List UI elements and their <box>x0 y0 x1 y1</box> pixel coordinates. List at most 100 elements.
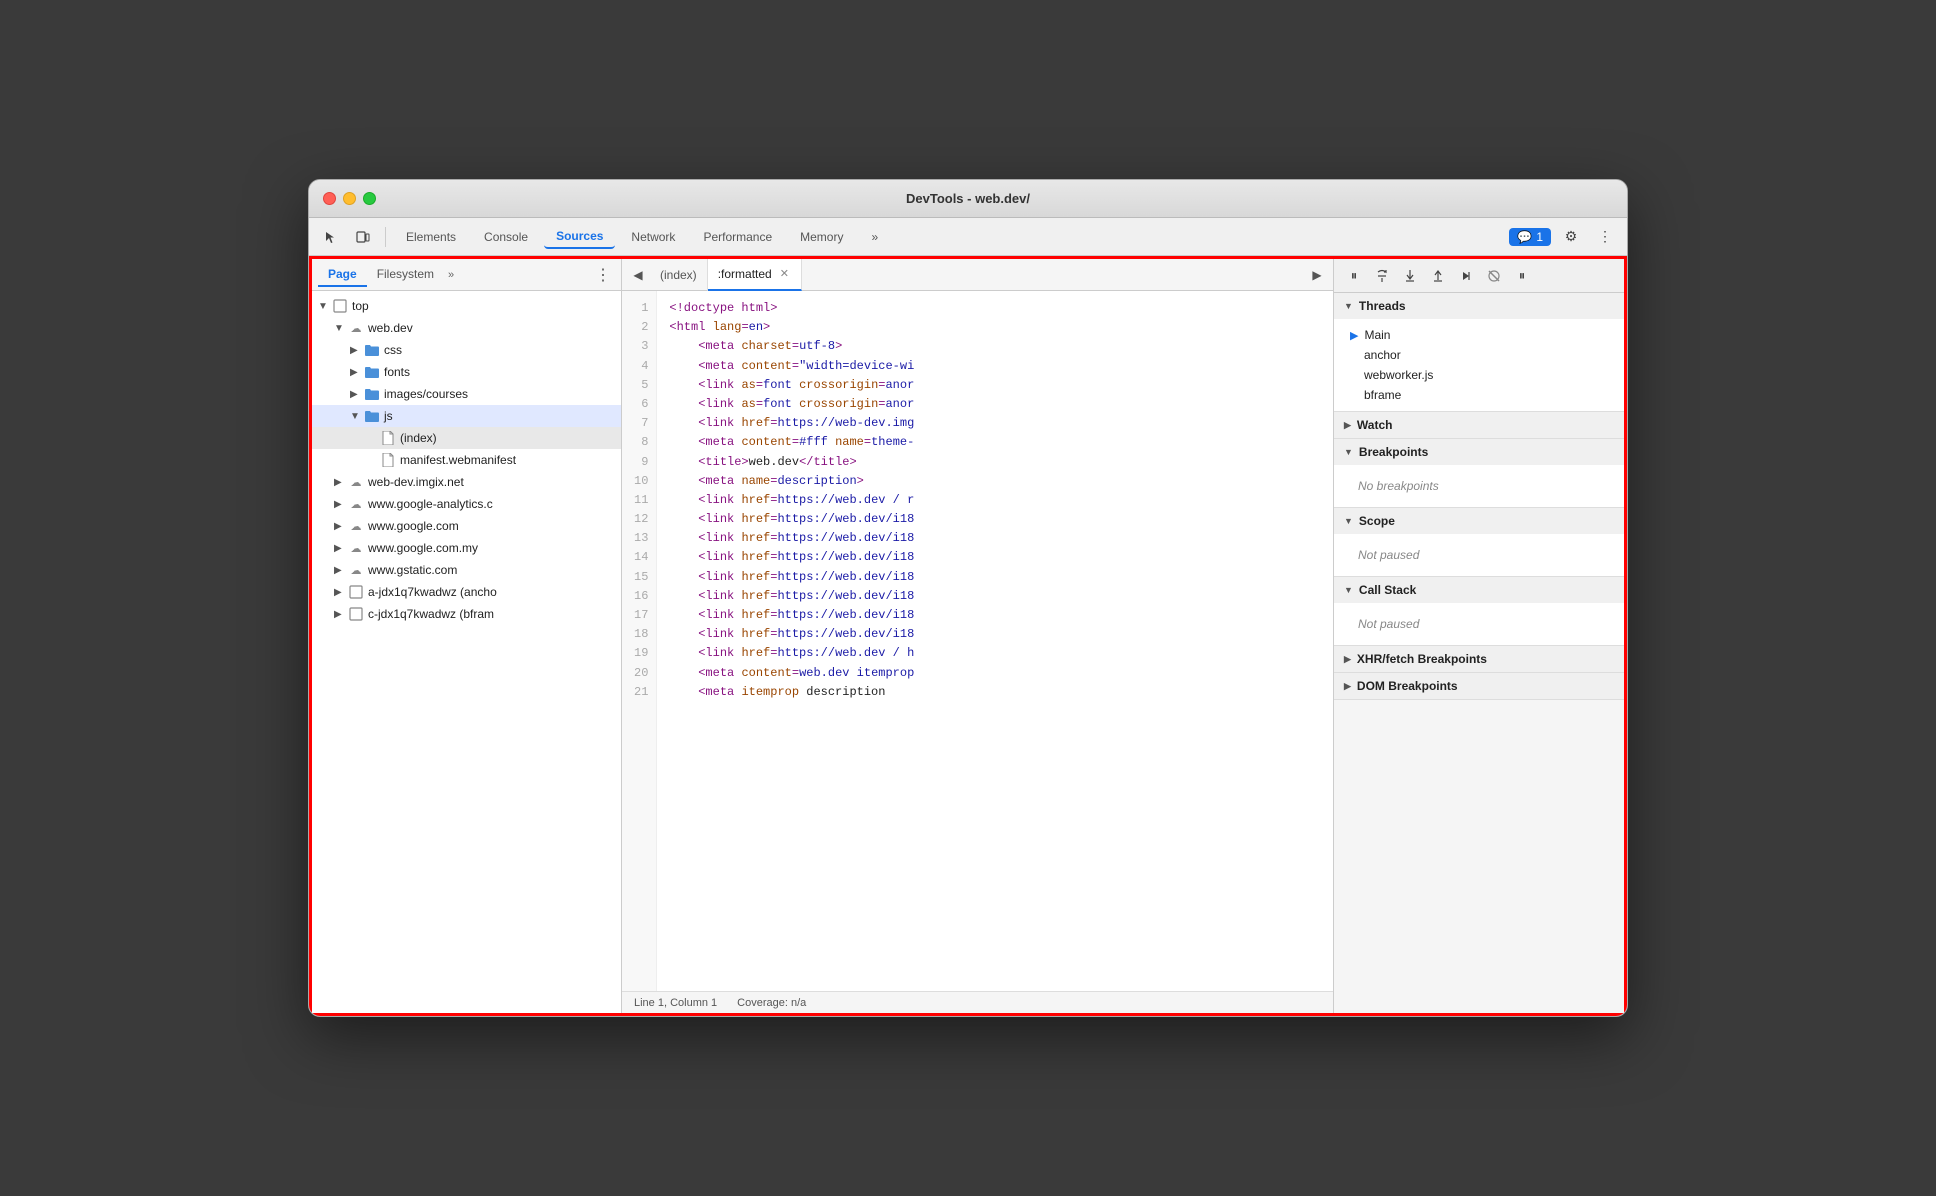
step-button[interactable] <box>1454 264 1478 288</box>
tree-item-google[interactable]: ▶ ☁ www.google.com <box>312 515 621 537</box>
folder-icon-images <box>364 386 380 402</box>
code-area: 12345 678910 1112131415 1617181920 21 <!… <box>622 291 1333 991</box>
tree-label-bframe: c-jdx1q7kwadwz (bfram <box>368 607 494 621</box>
code-line-5: <link as=font crossorigin=anor <box>669 376 1321 395</box>
close-button[interactable] <box>323 192 336 205</box>
pause-button[interactable]: ⏸ <box>1342 264 1366 288</box>
minimize-button[interactable] <box>343 192 356 205</box>
file-tree: ▼ top ▼ ☁ web.dev ▶ <box>312 291 621 1013</box>
frame-icon-anchor <box>348 584 364 600</box>
tree-label-index: (index) <box>400 431 437 445</box>
thread-anchor[interactable]: anchor <box>1344 345 1614 365</box>
tree-item-analytics[interactable]: ▶ ☁ www.google-analytics.c <box>312 493 621 515</box>
tab-more[interactable]: » <box>859 226 890 248</box>
cursor-position: Line 1, Column 1 <box>634 997 717 1009</box>
thread-webworker[interactable]: webworker.js <box>1344 365 1614 385</box>
tree-arrow-imgix: ▶ <box>334 477 348 488</box>
code-line-6: <link as=font crossorigin=anor <box>669 395 1321 414</box>
step-over-button[interactable] <box>1370 264 1394 288</box>
breakpoints-arrow: ▼ <box>1344 447 1353 457</box>
settings-icon[interactable]: ⚙ <box>1557 223 1585 251</box>
code-line-16: <link href=https://web.dev/i18 <box>669 587 1321 606</box>
tab-elements[interactable]: Elements <box>394 226 468 248</box>
tree-item-bframe[interactable]: ▶ c-jdx1q7kwadwz (bfram <box>312 603 621 625</box>
tree-arrow-images: ▶ <box>350 389 364 400</box>
breakpoints-label: Breakpoints <box>1359 445 1428 459</box>
thread-bframe[interactable]: bframe <box>1344 385 1614 405</box>
scope-header[interactable]: ▼ Scope <box>1334 508 1624 534</box>
thread-main[interactable]: ▶ Main <box>1344 325 1614 345</box>
panel-menu-button[interactable]: ⋮ <box>591 265 615 285</box>
tree-item-js[interactable]: ▼ js <box>312 405 621 427</box>
tree-arrow-analytics: ▶ <box>334 499 348 510</box>
code-line-2: <html lang=en> <box>669 318 1321 337</box>
editor-tabs: ◀ (index) :formatted ✕ ▶ <box>622 259 1333 291</box>
tree-item-googlemy[interactable]: ▶ ☁ www.google.com.my <box>312 537 621 559</box>
tab-sources[interactable]: Sources <box>544 225 615 249</box>
editor-prev-button[interactable]: ◀ <box>626 263 650 287</box>
file-icon-manifest <box>380 452 396 468</box>
left-panel-tabs: Page Filesystem » ⋮ <box>312 259 621 291</box>
maximize-button[interactable] <box>363 192 376 205</box>
tree-item-webdev[interactable]: ▼ ☁ web.dev <box>312 317 621 339</box>
dom-arrow: ▶ <box>1344 681 1351 692</box>
tree-item-anchor[interactable]: ▶ a-jdx1q7kwadwz (ancho <box>312 581 621 603</box>
device-toggle-icon[interactable] <box>349 223 377 251</box>
notification-badge[interactable]: 💬 1 <box>1509 228 1551 246</box>
dom-header[interactable]: ▶ DOM Breakpoints <box>1334 673 1624 699</box>
threads-content: ▶ Main anchor webworker.js bframe <box>1334 319 1624 411</box>
tree-item-fonts[interactable]: ▶ fonts <box>312 361 621 383</box>
tree-item-css[interactable]: ▶ css <box>312 339 621 361</box>
step-into-button[interactable] <box>1398 264 1422 288</box>
left-panel: Page Filesystem » ⋮ ▼ top ▼ ☁ we <box>312 259 622 1013</box>
code-line-7: <link href=https://web-dev.img <box>669 414 1321 433</box>
watch-header[interactable]: ▶ Watch <box>1334 412 1624 438</box>
code-line-21: <meta itemprop description <box>669 683 1321 702</box>
dont-pause-button[interactable]: ⏸ <box>1510 264 1534 288</box>
scope-section: ▼ Scope Not paused <box>1334 508 1624 577</box>
watch-section: ▶ Watch <box>1334 412 1624 439</box>
tree-item-imgix[interactable]: ▶ ☁ web-dev.imgix.net <box>312 471 621 493</box>
tab-network[interactable]: Network <box>619 226 687 248</box>
deactivate-button[interactable] <box>1482 264 1506 288</box>
cloud-icon-googlemy: ☁ <box>348 540 364 556</box>
cloud-icon-gstatic: ☁ <box>348 562 364 578</box>
tree-item-top[interactable]: ▼ top <box>312 295 621 317</box>
tree-item-gstatic[interactable]: ▶ ☁ www.gstatic.com <box>312 559 621 581</box>
file-icon-index <box>380 430 396 446</box>
tree-item-images[interactable]: ▶ images/courses <box>312 383 621 405</box>
more-options-icon[interactable]: ⋮ <box>1591 223 1619 251</box>
editor-tab-index[interactable]: (index) <box>650 259 708 291</box>
editor-tab-label-formatted: :formatted <box>718 267 772 281</box>
tab-page[interactable]: Page <box>318 263 367 287</box>
cloud-icon-analytics: ☁ <box>348 496 364 512</box>
tree-arrow-top: ▼ <box>318 301 332 312</box>
xhr-header[interactable]: ▶ XHR/fetch Breakpoints <box>1334 646 1624 672</box>
breakpoints-header[interactable]: ▼ Breakpoints <box>1334 439 1624 465</box>
editor-tab-formatted[interactable]: :formatted ✕ <box>708 259 802 291</box>
tab-performance[interactable]: Performance <box>691 226 784 248</box>
cursor-icon[interactable] <box>317 223 345 251</box>
code-content[interactable]: <!doctype html> <html lang=en> <meta cha… <box>657 291 1333 991</box>
scope-content: Not paused <box>1334 534 1624 576</box>
tab-memory[interactable]: Memory <box>788 226 855 248</box>
step-out-button[interactable] <box>1426 264 1450 288</box>
panel-tab-more[interactable]: » <box>448 269 454 281</box>
tree-arrow-google: ▶ <box>334 521 348 532</box>
traffic-lights <box>323 192 376 205</box>
threads-header[interactable]: ▼ Threads <box>1334 293 1624 319</box>
watch-label: Watch <box>1357 418 1393 432</box>
tab-filesystem[interactable]: Filesystem <box>367 263 444 287</box>
tab-close-button[interactable]: ✕ <box>778 266 791 281</box>
tree-label-webdev: web.dev <box>368 321 413 335</box>
editor-next-button[interactable]: ▶ <box>1305 263 1329 287</box>
tab-console[interactable]: Console <box>472 226 540 248</box>
code-line-9: <title>web.dev</title> <box>669 453 1321 472</box>
badge-count: 1 <box>1536 230 1543 244</box>
scope-arrow: ▼ <box>1344 516 1353 526</box>
tree-label-analytics: www.google-analytics.c <box>368 497 493 511</box>
no-breakpoints-text: No breakpoints <box>1344 471 1614 501</box>
tree-item-manifest[interactable]: ▶ manifest.webmanifest <box>312 449 621 471</box>
tree-item-index[interactable]: ▶ (index) <box>312 427 621 449</box>
callstack-header[interactable]: ▼ Call Stack <box>1334 577 1624 603</box>
